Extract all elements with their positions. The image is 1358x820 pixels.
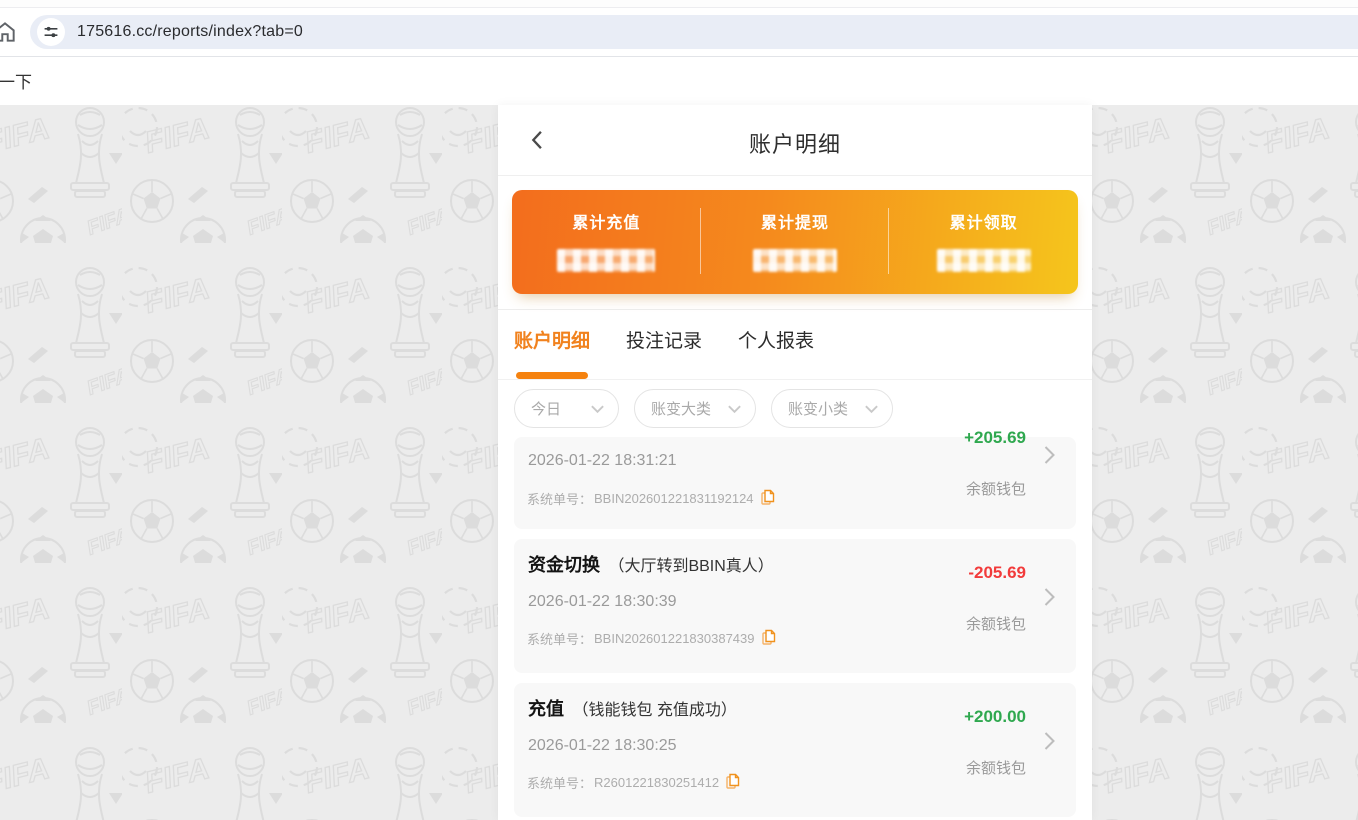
amount: +200.00 bbox=[964, 707, 1026, 727]
address-bar[interactable]: 175616.cc/reports/index?tab=0 bbox=[30, 15, 1358, 49]
page-title: 账户明细 bbox=[498, 127, 1092, 159]
list-item[interactable]: +205.69 2026-01-22 18:31:21 余额钱包 系统单号： B… bbox=[514, 437, 1076, 529]
tab-bet-records[interactable]: 投注记录 bbox=[626, 328, 702, 355]
transaction-title: 充值 bbox=[528, 699, 564, 719]
order-number-row: 系统单号： R2601221830251412 bbox=[527, 773, 740, 792]
summary-total-claimed: 累计领取 bbox=[889, 190, 1078, 294]
summary-label: 累计提现 bbox=[701, 209, 890, 233]
filter-minor-type-dropdown[interactable]: 账变小类 bbox=[771, 389, 893, 428]
chevron-down-icon bbox=[864, 404, 879, 414]
page-top-strip: 一下 bbox=[0, 57, 1358, 105]
browser-toolbar: 175616.cc/reports/index?tab=0 bbox=[0, 9, 1358, 56]
summary-card: 累计充值 累计提现 累计领取 bbox=[512, 190, 1078, 294]
tune-icon bbox=[43, 24, 59, 40]
page-viewport: 一下 FIFA bbox=[0, 57, 1358, 820]
transaction-datetime: 2026-01-22 18:30:25 bbox=[528, 737, 677, 755]
order-number: BBIN202601221830387439 bbox=[594, 631, 754, 646]
clipped-page-text: 一下 bbox=[0, 68, 32, 93]
masked-value bbox=[557, 249, 655, 272]
masked-value bbox=[937, 249, 1031, 272]
tab-account-detail[interactable]: 账户明细 bbox=[514, 328, 590, 355]
summary-label: 累计领取 bbox=[889, 209, 1078, 233]
copy-icon[interactable] bbox=[762, 629, 776, 648]
transaction-subtitle: （钱能钱包 充值成功） bbox=[572, 702, 736, 719]
transaction-datetime: 2026-01-22 18:31:21 bbox=[528, 452, 677, 470]
chevron-right-icon[interactable] bbox=[1043, 587, 1056, 612]
summary-total-withdrawal: 累计提现 bbox=[701, 190, 890, 294]
copy-icon[interactable] bbox=[726, 773, 740, 792]
filter-label: 今日 bbox=[531, 398, 561, 419]
amount: +205.69 bbox=[964, 431, 1026, 448]
chevron-down-icon bbox=[727, 404, 742, 414]
home-icon[interactable] bbox=[0, 19, 18, 45]
masked-value bbox=[753, 249, 837, 272]
tab-personal-report[interactable]: 个人报表 bbox=[738, 328, 814, 355]
copy-icon[interactable] bbox=[761, 489, 775, 508]
wallet-type: 余额钱包 bbox=[966, 478, 1026, 499]
order-label: 系统单号： bbox=[527, 629, 592, 648]
order-label: 系统单号： bbox=[527, 489, 592, 508]
url-text[interactable]: 175616.cc/reports/index?tab=0 bbox=[77, 23, 303, 41]
order-number-row: 系统单号： BBIN202601221830387439 bbox=[527, 629, 776, 648]
browser-tab-strip bbox=[0, 0, 1358, 8]
chevron-right-icon[interactable] bbox=[1043, 445, 1056, 470]
chevron-down-icon bbox=[590, 404, 605, 414]
order-number: BBIN202601221831192124 bbox=[594, 491, 754, 506]
transaction-title: 资金切换 bbox=[528, 555, 600, 575]
list-item[interactable]: 资金切换 （大厅转到BBIN真人） -205.69 2026-01-22 18:… bbox=[514, 539, 1076, 673]
transaction-list: +205.69 2026-01-22 18:31:21 余额钱包 系统单号： B… bbox=[498, 431, 1092, 820]
wallet-type: 余额钱包 bbox=[966, 613, 1026, 634]
site-info-button[interactable] bbox=[37, 18, 65, 46]
panel-header: 账户明细 bbox=[498, 105, 1092, 176]
filter-label: 账变小类 bbox=[788, 398, 848, 419]
filter-date-dropdown[interactable]: 今日 bbox=[514, 389, 619, 428]
filter-label: 账变大类 bbox=[651, 398, 711, 419]
summary-total-deposit: 累计充值 bbox=[512, 190, 701, 294]
list-item[interactable]: 充值 （钱能钱包 充值成功） +200.00 2026-01-22 18:30:… bbox=[514, 683, 1076, 817]
transaction-subtitle: （大厅转到BBIN真人） bbox=[608, 558, 773, 575]
filter-major-type-dropdown[interactable]: 账变大类 bbox=[634, 389, 756, 428]
wallet-type: 余额钱包 bbox=[966, 757, 1026, 778]
tab-bar: 账户明细 投注记录 个人报表 bbox=[498, 310, 1092, 380]
order-label: 系统单号： bbox=[527, 773, 592, 792]
chevron-right-icon[interactable] bbox=[1043, 731, 1056, 756]
order-number: R2601221830251412 bbox=[594, 775, 719, 790]
filter-bar: 今日 账变大类 账变小类 bbox=[514, 389, 1076, 428]
summary-label: 累计充值 bbox=[512, 209, 701, 233]
amount: -205.69 bbox=[968, 563, 1026, 583]
transaction-datetime: 2026-01-22 18:30:39 bbox=[528, 593, 677, 611]
order-number-row: 系统单号： BBIN202601221831192124 bbox=[527, 489, 775, 508]
account-detail-panel: 账户明细 累计充值 累计提现 累计领取 账户明细 投注记录 个人报表 bbox=[498, 105, 1092, 820]
